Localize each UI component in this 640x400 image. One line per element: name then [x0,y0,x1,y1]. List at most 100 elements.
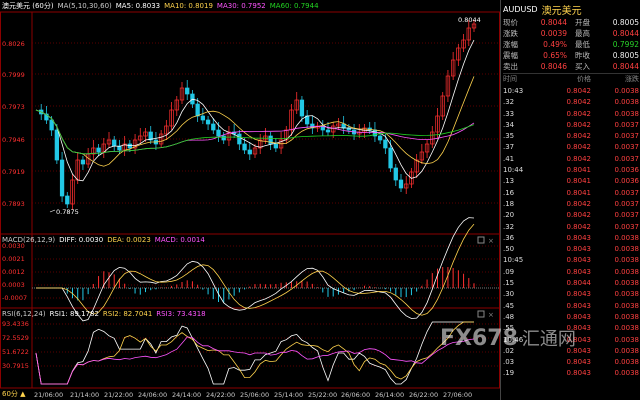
tick-row: .45 0.8043 0.0038 [503,301,639,312]
rsi-axis-label: 93.4336 [2,320,29,328]
tick-row: .18 0.8042 0.0037 [503,199,639,210]
tick-change: 0.0038 [614,267,640,276]
tick-time: .19 [503,369,515,378]
tick-price: 0.8043 [566,358,592,367]
candle-body [377,135,383,141]
bottom-bar: 60分 ▲ [0,389,500,400]
candle-body [388,147,393,169]
macd-indicator [32,217,499,322]
main-panel-frame [0,11,500,235]
tick-time: .20 [503,211,515,220]
candle-body [237,133,242,145]
candle-body [59,159,65,197]
candle-body [325,129,331,133]
macd-axis-label: 0.0003 [2,281,25,289]
candle-body [80,159,86,165]
watermark-sub: 汇通网 [521,329,576,350]
tick-row: 10:45 0.8043 0.0038 [503,255,639,266]
tick-time: .34 [503,120,515,129]
rsi-indicator [35,321,475,385]
tick-row: .09 0.8043 0.0038 [503,267,639,278]
tick-row: .16 0.8041 0.0037 [503,188,639,199]
tick-change: 0.0037 [614,132,640,141]
macd-close-icon[interactable]: × [488,237,494,245]
tick-row: .37 0.8042 0.0037 [503,142,639,153]
macd-value: MACD: 0.0014 [154,236,205,244]
quote-row: 现价 0.8044 开盘 0.8005 [503,17,639,28]
tick-time: .15 [503,279,515,288]
symbol-code: AUDUSD [503,4,538,14]
period-selector[interactable]: 60分 ▲ [0,389,28,400]
tick-price: 0.8043 [566,290,592,299]
quote-value: 0.8044 [612,29,639,38]
candle-body [247,149,252,155]
tick-price: 0.8042 [566,87,592,95]
macd-axis-label: 0.0021 [2,255,25,263]
symbol-header: AUDUSD 澳元美元 [503,2,639,17]
tick-price: 0.8042 [566,132,592,141]
tick-time: .50 [503,245,515,254]
tick-change: 0.0036 [614,177,640,186]
macd-title: MACD(26,12,9) [2,236,56,244]
tick-row: .20 0.8042 0.0037 [503,210,639,221]
rsi3-value: RSI3: 73.4318 [156,310,206,318]
quote-label: 涨幅 [503,40,518,49]
tick-row: 10:43 0.8042 0.0038 [503,86,639,97]
quote-label: 现价 [503,18,518,27]
macd-axis-label: 0.0012 [2,268,25,276]
quote-value: 0.0039 [540,29,567,38]
main-axis-label: 0.7919 [2,168,25,176]
chart-area[interactable]: 0.8026 0.7999 0.7973 0.7946 0.7919 0.789… [0,0,500,400]
tick-row: .50 0.8043 0.0038 [503,244,639,255]
quote-row: 震幅 0.65% 昨收 0.8005 [503,50,639,61]
macd-settings-icon[interactable] [477,236,485,244]
quote-value: 0.49% [543,40,567,49]
tick-row: 10:44 0.8041 0.0036 [503,165,639,176]
candle-body [200,115,206,121]
candle-body [221,135,226,141]
candle-body [65,195,70,205]
tick-price: 0.8042 [566,199,592,208]
main-axis-label: 0.7973 [2,103,25,111]
quote-table: 现价 0.8044 开盘 0.8005 涨跌 0.0039 最高 0.8044 涨幅 0.49% 最… [503,17,639,72]
candle-body [54,129,60,161]
tick-price: 0.8041 [566,166,592,175]
tick-change: 0.0038 [614,279,640,288]
tick-time: .41 [503,154,515,163]
tick-time: 10:43 [503,87,524,95]
tick-row: .19 0.8043 0.0038 [503,368,639,379]
tick-time: .32 [503,222,515,231]
chart-canvas[interactable]: 0.8026 0.7999 0.7973 0.7946 0.7919 0.789… [0,0,500,400]
tick-row: .30 0.8043 0.0038 [503,289,639,300]
low-annotation: 0.7875 [56,208,79,216]
candle-body [49,119,54,131]
symbol-name: 澳元美元 [541,5,582,17]
macd-dea: DEA: 0.0023 [107,236,151,244]
candle-body [96,147,101,153]
quote-label: 最低 [575,40,590,49]
tick-change: 0.0038 [614,109,640,118]
tick-price: 0.8043 [566,369,592,378]
candle-body [299,99,305,117]
panel-control-icons[interactable]: × × [477,236,494,319]
candle-body [242,143,247,151]
quote-label: 震幅 [503,51,518,60]
ma5-value: MA5: 0.8033 [115,2,161,10]
tick-price: 0.8043 [566,267,592,276]
candle-body [205,119,211,125]
tick-row: .13 0.8041 0.0036 [503,176,639,187]
quote-row: 涨幅 0.49% 最低 0.7992 [503,39,639,50]
main-axis-label: 0.8026 [2,40,25,48]
candle-body [216,129,221,137]
tick-change: 0.0037 [614,199,640,208]
quote-row: 卖出 0.8046 买入 0.8044 [503,61,639,72]
tick-change: 0.0038 [614,358,640,367]
rsi-axis-label: 51.6722 [2,348,29,356]
candle-body [393,167,398,181]
quote-value: 0.8005 [612,51,639,60]
rsi-axis-label: 72.5529 [2,334,29,342]
rsi-settings-icon[interactable] [477,310,485,318]
ma30-value: MA30: 0.7952 [216,2,266,10]
tick-price: 0.8042 [566,211,592,220]
tick-price: 0.8042 [566,109,592,118]
